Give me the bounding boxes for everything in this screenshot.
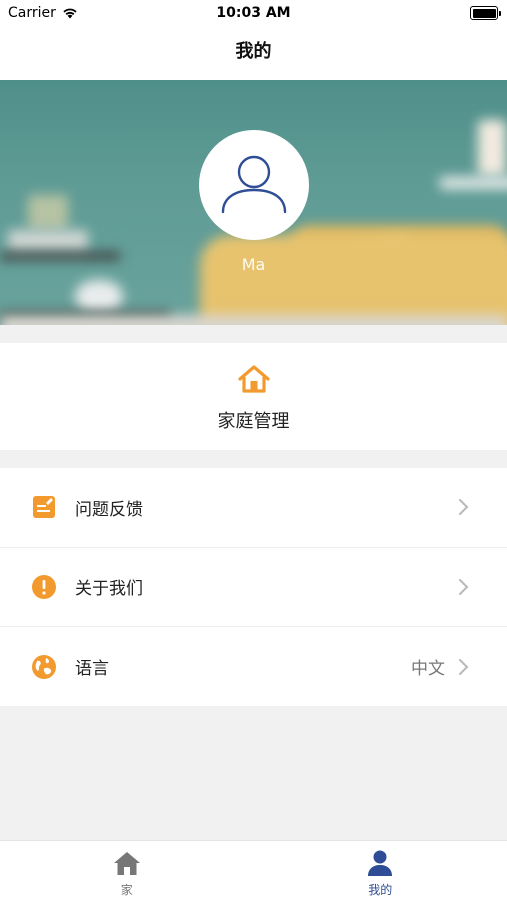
info-icon bbox=[31, 574, 57, 600]
username: Ma bbox=[241, 255, 266, 274]
tab-mine[interactable]: 我的 bbox=[254, 841, 507, 900]
battery-icon bbox=[470, 6, 501, 20]
menu-item-language[interactable]: 语言 中文 bbox=[0, 627, 507, 707]
tab-label: 我的 bbox=[368, 883, 393, 897]
menu-item-label: 语言 bbox=[75, 659, 109, 680]
avatar[interactable] bbox=[199, 130, 309, 240]
tab-label: 家 bbox=[120, 883, 133, 897]
settings-menu: 问题反馈 关于我们 语言 中文 bbox=[0, 468, 507, 706]
user-outline-icon bbox=[221, 155, 287, 214]
menu-item-feedback[interactable]: 问题反馈 bbox=[0, 468, 507, 548]
chevron-right-icon bbox=[459, 499, 469, 516]
menu-item-about-us[interactable]: 关于我们 bbox=[0, 548, 507, 627]
chevron-right-icon bbox=[459, 658, 469, 675]
menu-item-label: 关于我们 bbox=[75, 579, 143, 600]
menu-item-label: 问题反馈 bbox=[75, 499, 143, 520]
globe-icon bbox=[31, 654, 57, 680]
family-management-card[interactable]: 家庭管理 bbox=[0, 343, 507, 450]
person-filled-icon bbox=[365, 849, 395, 877]
page-title: 我的 bbox=[0, 28, 507, 80]
home-icon bbox=[238, 365, 270, 393]
chevron-right-icon bbox=[459, 578, 469, 595]
tab-home[interactable]: 家 bbox=[0, 841, 254, 900]
status-time: 10:03 AM bbox=[216, 5, 291, 21]
family-management-label: 家庭管理 bbox=[217, 411, 290, 432]
language-value: 中文 bbox=[411, 659, 445, 680]
tab-bar: 家 我的 bbox=[0, 840, 507, 900]
feedback-icon bbox=[31, 494, 57, 520]
home-filled-icon bbox=[112, 849, 142, 877]
status-bar: Carrier 10:03 AM bbox=[0, 0, 507, 28]
